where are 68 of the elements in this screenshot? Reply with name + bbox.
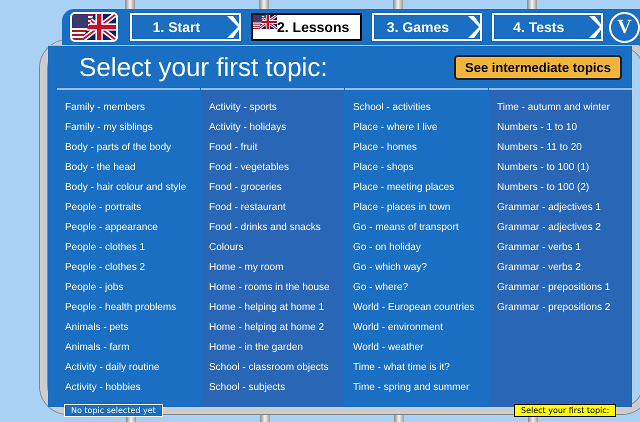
topic-link[interactable]: People - clothes 2 — [65, 258, 200, 278]
topic-link[interactable]: People - portraits — [65, 198, 200, 218]
topic-link[interactable]: Place - shops — [353, 158, 488, 178]
topic-link[interactable]: Home - helping at home 2 — [209, 318, 344, 338]
topic-link[interactable]: People - clothes 1 — [65, 238, 200, 258]
topic-link[interactable]: Home - helping at home 1 — [209, 298, 344, 318]
topic-link[interactable]: People - appearance — [65, 218, 200, 238]
topic-link[interactable]: Numbers - to 100 (2) — [497, 178, 632, 198]
topic-link[interactable]: Food - vegetables — [209, 158, 344, 178]
topic-link[interactable]: Body - hair colour and style — [65, 178, 200, 198]
topic-link[interactable]: Activity - sports — [209, 98, 344, 118]
status-label: No topic selected yet — [64, 404, 163, 417]
tab[interactable]: 3. Games — [372, 13, 482, 41]
topic-link[interactable]: Home - in the garden — [209, 338, 344, 358]
topic-link[interactable]: Go - means of transport — [353, 218, 488, 238]
topic-link[interactable]: Grammar - verbs 1 — [497, 238, 632, 258]
topic-link[interactable]: Body - parts of the body — [65, 138, 200, 158]
topic-link[interactable]: Grammar - adjectives 2 — [497, 218, 632, 238]
topic-link[interactable]: Grammar - verbs 2 — [497, 258, 632, 278]
topic-link[interactable]: Grammar - prepositions 1 — [497, 278, 632, 298]
topic-link[interactable]: Numbers - 1 to 10 — [497, 118, 632, 138]
topic-link[interactable]: Grammar - prepositions 2 — [497, 298, 632, 318]
topic-link[interactable]: Family - my siblings — [65, 118, 200, 138]
tab[interactable]: 2. Lessons — [250, 13, 362, 41]
topic-link[interactable]: Go - where? — [353, 278, 488, 298]
topic-link[interactable]: School - activities — [353, 98, 488, 118]
round-button[interactable]: V — [609, 12, 640, 42]
topic-link[interactable]: School - subjects — [209, 378, 344, 398]
flag-icon — [252, 15, 277, 29]
page-heading: Select your first topic: — [79, 52, 328, 82]
topic-link[interactable]: Home - rooms in the house — [209, 278, 344, 298]
topic-link[interactable]: Food - restaurant — [209, 198, 344, 218]
tab[interactable]: 4. Tests — [492, 13, 604, 41]
topic-link[interactable]: Animals - pets — [65, 318, 200, 338]
topic-link[interactable]: People - health problems — [65, 298, 200, 318]
topic-link[interactable]: Time - autumn and winter — [497, 98, 632, 118]
topic-link[interactable]: Time - what time is it? — [353, 358, 488, 378]
topic-link[interactable]: Place - where I live — [353, 118, 488, 138]
topic-link[interactable]: Activity - daily routine — [65, 358, 200, 378]
topic-link[interactable]: World - environment — [353, 318, 488, 338]
language-button[interactable] — [70, 12, 118, 42]
topic-link[interactable]: Place - homes — [353, 138, 488, 158]
topic-link[interactable]: World - European countries — [353, 298, 488, 318]
flag-icon — [72, 14, 116, 40]
status-label: Select your first topic: — [514, 404, 616, 417]
topic-link[interactable]: Activity - hobbies — [65, 378, 200, 398]
topic-link[interactable]: World - weather — [353, 338, 488, 358]
intermediate-button[interactable]: See intermediate topics — [454, 54, 622, 80]
topic-link[interactable]: Animals - farm — [65, 338, 200, 358]
topic-link[interactable]: Activity - holidays — [209, 118, 344, 138]
topic-link[interactable]: Time - spring and summer — [353, 378, 488, 398]
topic-link[interactable]: Go - which way? — [353, 258, 488, 278]
topic-link[interactable]: Body - the head — [65, 158, 200, 178]
topic-link[interactable]: Numbers - to 100 (1) — [497, 158, 632, 178]
topic-link[interactable]: Grammar - adjectives 1 — [497, 198, 632, 218]
topic-link[interactable]: Family - members — [65, 98, 200, 118]
tab[interactable]: 1. Start — [130, 13, 241, 41]
topic-link[interactable]: Place - meeting places — [353, 178, 488, 198]
topic-link[interactable]: Food - groceries — [209, 178, 344, 198]
topic-link[interactable]: Place - places in town — [353, 198, 488, 218]
topic-link[interactable]: People - jobs — [65, 278, 200, 298]
topic-link[interactable]: Food - fruit — [209, 138, 344, 158]
topic-link[interactable]: Home - my room — [209, 258, 344, 278]
topic-link[interactable]: Numbers - 11 to 20 — [497, 138, 632, 158]
topic-link[interactable]: Food - drinks and snacks — [209, 218, 344, 238]
topic-link[interactable]: School - classroom objects — [209, 358, 344, 378]
topic-link[interactable]: Colours — [209, 238, 344, 258]
topic-link[interactable]: Go - on holiday — [353, 238, 488, 258]
